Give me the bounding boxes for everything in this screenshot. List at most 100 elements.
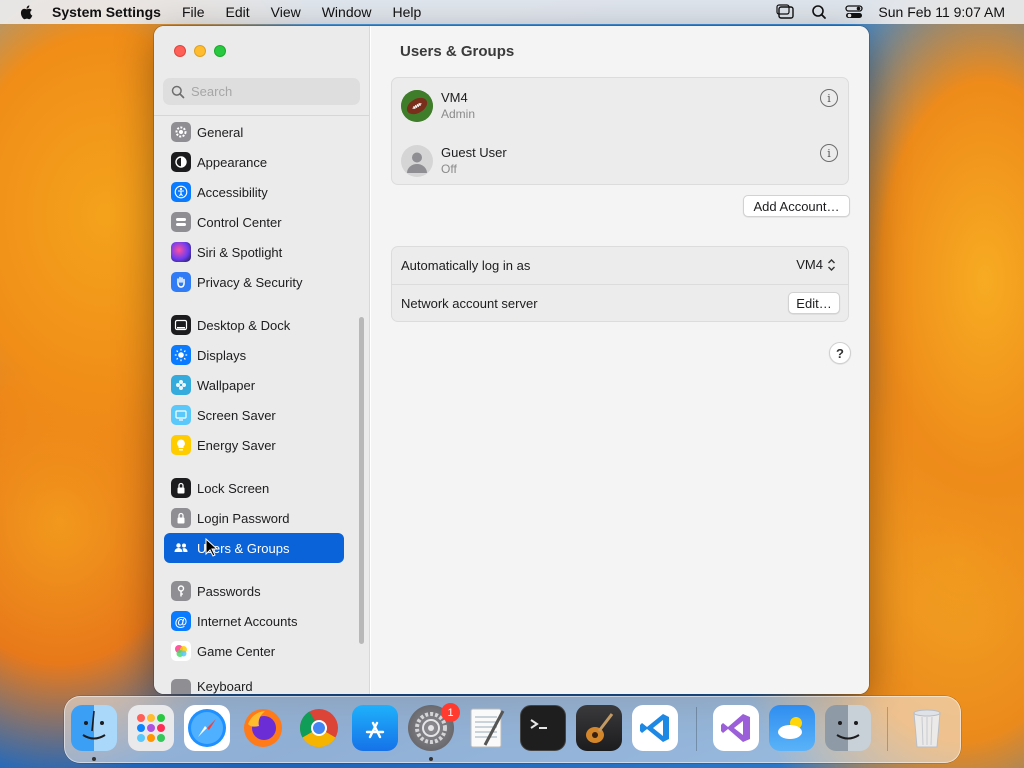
- notification-badge: 1: [441, 703, 460, 722]
- sidebar-item-privacy-security[interactable]: Privacy & Security: [164, 267, 344, 297]
- system-settings-window: Search General Appearance Accessibility …: [154, 26, 869, 694]
- menu-app-name[interactable]: System Settings: [52, 4, 161, 20]
- keyboard-icon: [171, 679, 191, 694]
- menu-bar: System Settings File Edit View Window He…: [0, 0, 1024, 24]
- sidebar-item-label: Keyboard: [197, 679, 253, 694]
- sidebar-item-label: Wallpaper: [197, 377, 256, 393]
- menu-bar-clock[interactable]: Sun Feb 11 9:07 AM: [878, 4, 1005, 20]
- sun-icon: [171, 345, 191, 365]
- main-content: Users & Groups VM4 Admin i Guest User Of…: [371, 26, 869, 694]
- spotlight-search-icon[interactable]: [810, 4, 830, 20]
- menu-window[interactable]: Window: [322, 4, 372, 20]
- search-placeholder: Search: [191, 84, 233, 99]
- terminal-icon[interactable]: [520, 705, 566, 751]
- sidebar-item-internet-accounts[interactable]: @ Internet Accounts: [164, 606, 344, 636]
- trash-icon[interactable]: [904, 705, 950, 751]
- padlock-icon: [171, 508, 191, 528]
- sidebar-item-label: Siri & Spotlight: [197, 244, 283, 260]
- safari-icon[interactable]: [184, 705, 230, 751]
- garageband-icon[interactable]: [576, 705, 622, 751]
- sidebar-item-energy-saver[interactable]: Energy Saver: [164, 430, 344, 460]
- dock-icon: [171, 315, 191, 335]
- finder-alt-icon[interactable]: [825, 705, 871, 751]
- person-avatar-icon: [401, 144, 433, 177]
- dock-separator: [696, 707, 697, 751]
- sidebar-item-label: Game Center: [197, 643, 276, 659]
- user-row-vm4[interactable]: VM4 Admin i: [392, 78, 848, 133]
- sidebar-item-label: Energy Saver: [197, 437, 276, 453]
- running-indicator: [92, 757, 96, 761]
- sidebar-item-screen-saver[interactable]: Screen Saver: [164, 400, 344, 430]
- sidebar-item-users-groups[interactable]: Users & Groups: [164, 533, 344, 563]
- user-name: Guest User: [441, 145, 507, 160]
- stage-manager-icon[interactable]: [776, 4, 796, 20]
- menu-file[interactable]: File: [182, 4, 205, 20]
- sidebar-item-keyboard[interactable]: Keyboard: [164, 675, 344, 694]
- siri-icon: [171, 242, 191, 262]
- login-options-group: Automatically log in as VM4 Network acco…: [391, 246, 849, 322]
- sidebar-item-game-center[interactable]: Game Center: [164, 636, 344, 666]
- edit-button[interactable]: Edit…: [788, 292, 840, 314]
- help-button[interactable]: ?: [829, 342, 851, 364]
- sidebar-item-lock-screen[interactable]: Lock Screen: [164, 473, 344, 503]
- chrome-icon[interactable]: [296, 705, 342, 751]
- firefox-icon[interactable]: [240, 705, 286, 751]
- launchpad-icon[interactable]: [128, 705, 174, 751]
- apple-logo-icon[interactable]: [18, 3, 36, 21]
- info-icon[interactable]: i: [820, 144, 838, 162]
- auto-login-row: Automatically log in as VM4: [392, 247, 848, 284]
- control-center-icon[interactable]: [844, 4, 864, 20]
- zoom-button[interactable]: [214, 45, 226, 57]
- menu-edit[interactable]: Edit: [226, 4, 250, 20]
- sidebar-divider: [154, 115, 369, 116]
- sidebar-item-wallpaper[interactable]: Wallpaper: [164, 370, 344, 400]
- auto-login-popup[interactable]: VM4: [796, 257, 836, 272]
- info-icon[interactable]: i: [820, 89, 838, 107]
- sidebar-item-desktop-dock[interactable]: Desktop & Dock: [164, 310, 344, 340]
- weather-icon[interactable]: [769, 705, 815, 751]
- sidebar-item-passwords[interactable]: Passwords: [164, 576, 344, 606]
- sidebar-item-label: Internet Accounts: [197, 613, 298, 629]
- mouse-cursor-icon: [205, 538, 219, 557]
- sidebar-item-control-center[interactable]: Control Center: [164, 207, 344, 237]
- at-icon: @: [171, 611, 191, 631]
- sidebar-scrollbar[interactable]: [359, 317, 364, 644]
- add-account-button[interactable]: Add Account…: [743, 195, 850, 217]
- wallpaper-icon: [171, 375, 191, 395]
- sidebar-item-label: Control Center: [197, 214, 282, 230]
- vscode-icon[interactable]: [632, 705, 678, 751]
- menu-help[interactable]: Help: [393, 4, 422, 20]
- minimize-button[interactable]: [194, 45, 206, 57]
- sidebar-item-displays[interactable]: Displays: [164, 340, 344, 370]
- user-row-guest[interactable]: Guest User Off i: [392, 133, 848, 188]
- sidebar-item-accessibility[interactable]: Accessibility: [164, 177, 344, 207]
- sidebar-item-label: Displays: [197, 347, 247, 363]
- accessibility-icon: [171, 182, 191, 202]
- user-role: Admin: [441, 107, 476, 121]
- network-server-row: Network account server Edit…: [392, 284, 848, 321]
- gear-icon: [171, 122, 191, 142]
- visual-studio-icon[interactable]: [713, 705, 759, 751]
- sidebar-item-login-password[interactable]: Login Password: [164, 503, 344, 533]
- textedit-icon[interactable]: [464, 705, 510, 751]
- sidebar-item-label: Desktop & Dock: [197, 317, 291, 333]
- auto-login-value: VM4: [796, 257, 823, 272]
- search-field[interactable]: Search: [163, 78, 360, 105]
- auto-login-label: Automatically log in as: [401, 258, 531, 273]
- dock-separator: [887, 707, 888, 751]
- game-center-icon: [171, 641, 191, 661]
- football-avatar-icon: [401, 89, 433, 122]
- sidebar-item-label: Appearance: [197, 154, 268, 170]
- sidebar-item-siri-spotlight[interactable]: Siri & Spotlight: [164, 237, 344, 267]
- window-controls: [174, 45, 226, 57]
- app-store-icon[interactable]: [352, 705, 398, 751]
- sidebar-item-label: Screen Saver: [197, 407, 276, 423]
- sidebar-item-appearance[interactable]: Appearance: [164, 147, 344, 177]
- menu-view[interactable]: View: [271, 4, 301, 20]
- finder-icon[interactable]: [71, 705, 117, 751]
- sidebar: Search General Appearance Accessibility …: [154, 26, 370, 694]
- sidebar-item-label: General: [197, 124, 244, 140]
- sidebar-item-general[interactable]: General: [164, 117, 344, 147]
- close-button[interactable]: [174, 45, 186, 57]
- sidebar-item-label: Passwords: [197, 583, 261, 599]
